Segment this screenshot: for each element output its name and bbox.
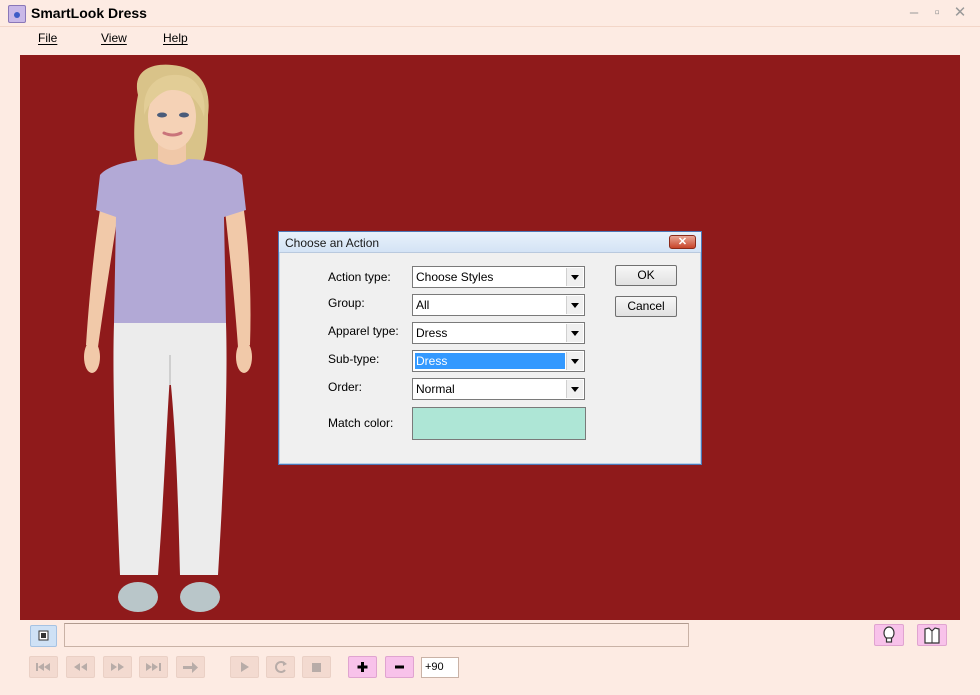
garment-icon [924, 627, 940, 644]
menu-help[interactable]: Help [163, 31, 188, 45]
group-label: Group: [328, 296, 365, 310]
minus-icon [395, 665, 404, 669]
match-color-label: Match color: [328, 416, 394, 430]
stop-icon [312, 663, 321, 672]
dialog-close-button[interactable]: ✕ [669, 235, 696, 249]
menu-file[interactable]: File [38, 31, 57, 45]
order-label: Order: [328, 380, 363, 394]
wardrobe-button[interactable] [917, 624, 947, 646]
chevron-down-icon[interactable] [566, 268, 583, 286]
zoom-in-button[interactable] [348, 656, 377, 678]
menu-bar: File View Help [0, 28, 980, 50]
fast-forward-icon [111, 663, 124, 671]
group-select[interactable]: All [412, 294, 585, 316]
arrow-right-icon [183, 662, 198, 673]
stop-button[interactable] [302, 656, 331, 678]
chevron-down-icon[interactable] [566, 352, 583, 370]
skip-end-icon [146, 663, 161, 671]
next-step-button[interactable] [176, 656, 205, 678]
close-button[interactable]: ✕ [950, 3, 970, 23]
apparel-type-value: Dress [416, 326, 448, 340]
order-select[interactable]: Normal [412, 378, 585, 400]
order-value: Normal [416, 382, 455, 396]
first-frame-button[interactable] [29, 656, 58, 678]
sub-type-select[interactable]: Dress [412, 350, 585, 372]
action-type-select[interactable]: Choose Styles [412, 266, 585, 288]
apparel-type-select[interactable]: Dress [412, 322, 585, 344]
frame-icon [38, 630, 49, 641]
fast-forward-button[interactable] [103, 656, 132, 678]
status-bar [64, 623, 689, 647]
snapshot-button[interactable] [30, 625, 57, 647]
chevron-down-icon[interactable] [566, 296, 583, 314]
chevron-down-icon[interactable] [566, 324, 583, 342]
window-title: SmartLook Dress [31, 5, 147, 21]
menu-view[interactable]: View [101, 31, 127, 45]
dialog-title: Choose an Action [285, 236, 380, 250]
group-value: All [416, 298, 430, 312]
action-type-label: Action type: [328, 270, 391, 284]
bulb-icon [883, 626, 895, 643]
play-icon [241, 662, 249, 672]
apparel-type-label: Apparel type: [328, 324, 399, 338]
title-bar: SmartLook Dress – ▫ ✕ [0, 0, 980, 27]
ok-button[interactable]: OK [615, 265, 677, 286]
sub-type-value: Dress [415, 353, 565, 369]
choose-action-dialog: Choose an Action ✕ Action type: Choose S… [278, 231, 702, 465]
app-icon [8, 5, 26, 23]
rewind-button[interactable] [66, 656, 95, 678]
dialog-title-bar: Choose an Action ✕ [279, 232, 701, 253]
last-frame-button[interactable] [139, 656, 168, 678]
loop-icon [275, 661, 287, 673]
play-button[interactable] [230, 656, 259, 678]
skip-start-icon [36, 663, 50, 671]
sub-type-label: Sub-type: [328, 352, 380, 366]
maximize-button[interactable]: ▫ [927, 3, 947, 23]
chevron-down-icon[interactable] [566, 380, 583, 398]
loop-button[interactable] [266, 656, 295, 678]
rewind-icon [74, 663, 87, 671]
minimize-button[interactable]: – [904, 3, 924, 23]
action-type-value: Choose Styles [416, 270, 494, 284]
plus-icon [357, 662, 368, 672]
zoom-out-button[interactable] [385, 656, 414, 678]
zoom-value-field[interactable]: +90 [421, 657, 459, 678]
match-color-swatch[interactable] [412, 407, 586, 440]
cancel-button[interactable]: Cancel [615, 296, 677, 317]
lighting-button[interactable] [874, 624, 904, 646]
